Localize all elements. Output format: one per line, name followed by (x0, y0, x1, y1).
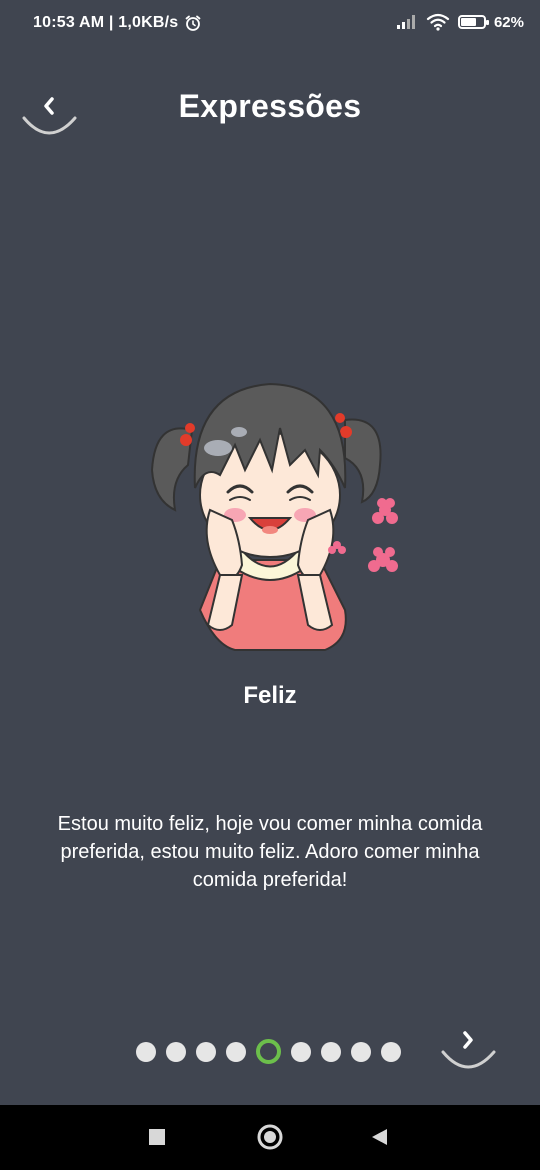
system-back-button[interactable] (350, 1105, 410, 1170)
back-triangle-icon (372, 1129, 387, 1145)
page-indicator (136, 1039, 401, 1064)
page-dot[interactable] (291, 1041, 311, 1062)
page-dot[interactable] (351, 1041, 371, 1062)
navigation-bar (0, 1105, 540, 1170)
recents-square-icon (149, 1129, 165, 1145)
home-button[interactable] (240, 1105, 300, 1170)
next-button[interactable] (440, 1016, 496, 1072)
page-dot[interactable] (321, 1041, 341, 1062)
page-title: Expressões (178, 88, 362, 124)
recents-button[interactable] (127, 1105, 187, 1170)
home-circle-icon (257, 1124, 283, 1150)
expression-description: Estou muito feliz, hoje vou comer minha … (57, 813, 483, 891)
battery-fill (460, 18, 476, 26)
page-dot[interactable] (381, 1041, 401, 1062)
status-left: 10:53 AM | 1,0KB/s (33, 14, 202, 32)
signal-icon (396, 15, 415, 29)
page-dot[interactable] (166, 1041, 186, 1062)
happy-girl-illustration (140, 370, 400, 660)
alarm-icon (185, 15, 201, 31)
page-dot[interactable] (136, 1041, 156, 1062)
status-bar: 10:53 AM | 1,0KB/s 62% (0, 0, 540, 50)
battery-icon (457, 15, 489, 29)
battery-percent: 62% (493, 13, 524, 31)
wifi-icon (426, 13, 450, 31)
expression-name: Feliz (243, 682, 297, 709)
page-dot-active[interactable] (256, 1039, 281, 1064)
page-dot[interactable] (226, 1041, 246, 1062)
chevron-right-icon (441, 1031, 496, 1069)
status-right: 62% (396, 13, 524, 31)
screen: 10:53 AM | 1,0KB/s 62% Expressões Feliz … (0, 0, 540, 1170)
status-time-speed: 10:53 AM | 1,0KB/s (33, 14, 179, 31)
page-dot[interactable] (196, 1041, 216, 1062)
